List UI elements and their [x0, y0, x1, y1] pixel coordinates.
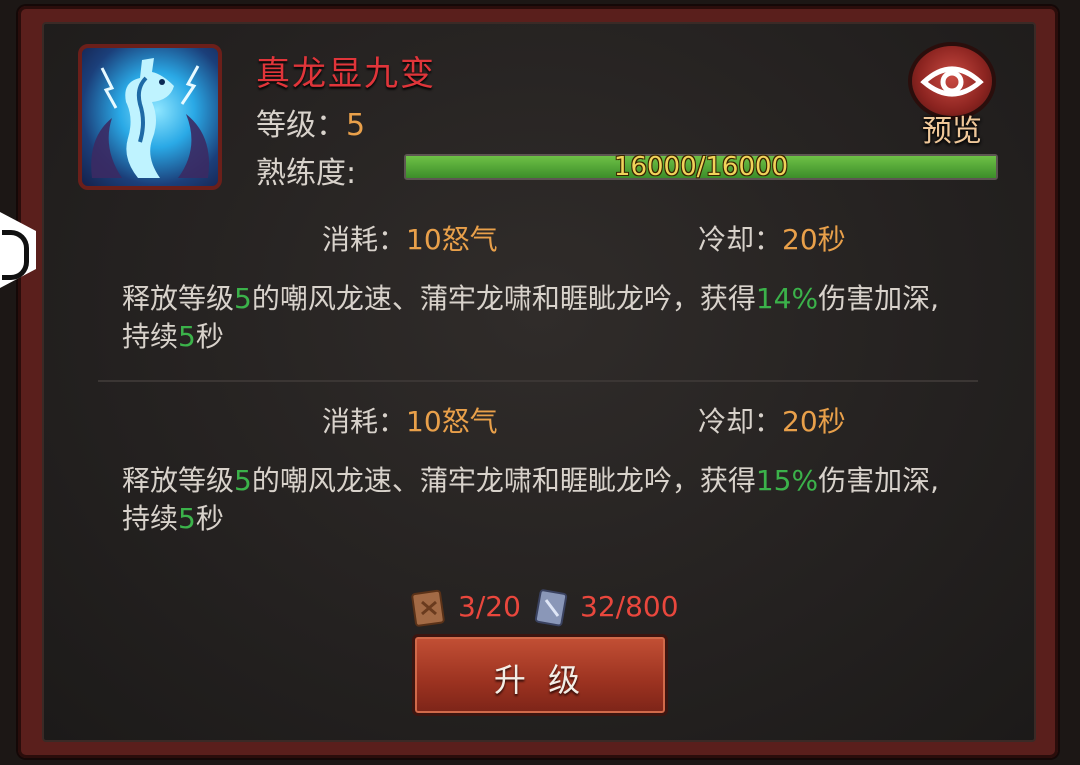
desc-text: 的嘲风龙速、蒲牢龙啸和睚眦龙吟，获得	[251, 464, 756, 497]
side-tab-glyph	[2, 230, 29, 280]
preview-button[interactable]: 预览	[908, 44, 996, 149]
tier-2-cooldown: 冷却：20秒	[698, 400, 846, 440]
desc-level: 5	[234, 464, 252, 497]
desc-duration: 5	[178, 320, 196, 353]
cost-value: 10怒气	[406, 405, 498, 438]
level-value: 5	[346, 108, 366, 143]
tier-1-description: 释放等级5的嘲风龙速、蒲牢龙啸和睚眦龙吟，获得14%伤害加深,持续5秒	[122, 280, 962, 356]
tier-1-cost: 消耗：10怒气	[322, 218, 498, 258]
tier-divider	[98, 380, 978, 382]
tier-2-description: 释放等级5的嘲风龙速、蒲牢龙啸和睚眦龙吟，获得15%伤害加深,持续5秒	[122, 462, 962, 538]
upgrade-label: 升 级	[493, 661, 587, 699]
desc-duration: 5	[178, 502, 196, 535]
cost-value: 10怒气	[406, 223, 498, 256]
cost-label: 消耗：	[322, 405, 407, 438]
tier-2-cost: 消耗：10怒气	[322, 400, 498, 440]
cooldown-value: 20秒	[782, 405, 846, 438]
desc-text: 秒	[195, 320, 224, 353]
cost-label: 消耗：	[322, 223, 407, 256]
scroll-count: 32/800	[580, 590, 679, 623]
desc-bonus: 15%	[755, 464, 819, 497]
proficiency-label: 熟练度:	[256, 156, 357, 191]
cooldown-value: 20秒	[782, 223, 846, 256]
skill-level: 等级：5	[256, 100, 365, 144]
desc-text: 释放等级	[122, 464, 235, 497]
desc-level: 5	[234, 282, 252, 315]
desc-text: 秒	[195, 502, 224, 535]
skill-book-icon	[411, 589, 445, 627]
skill-book-count: 3/20	[458, 590, 521, 623]
desc-bonus: 14%	[755, 282, 819, 315]
skill-name: 真龙显九变	[256, 54, 436, 94]
dragon-skill-icon	[78, 44, 222, 190]
cooldown-label: 冷却：	[698, 223, 783, 256]
cooldown-label: 冷却：	[698, 405, 783, 438]
level-label: 等级：	[256, 108, 346, 143]
desc-text: 释放等级	[122, 282, 235, 315]
preview-label: 预览	[922, 114, 982, 149]
upgrade-button[interactable]: 升 级	[412, 634, 668, 716]
proficiency-text: 16000/16000	[613, 152, 789, 182]
tier-1-cooldown: 冷却：20秒	[698, 218, 846, 258]
scroll-icon	[534, 589, 568, 627]
desc-text: 的嘲风龙速、蒲牢龙啸和睚眦龙吟，获得	[251, 282, 756, 315]
proficiency-bar: 16000/16000	[404, 152, 998, 182]
